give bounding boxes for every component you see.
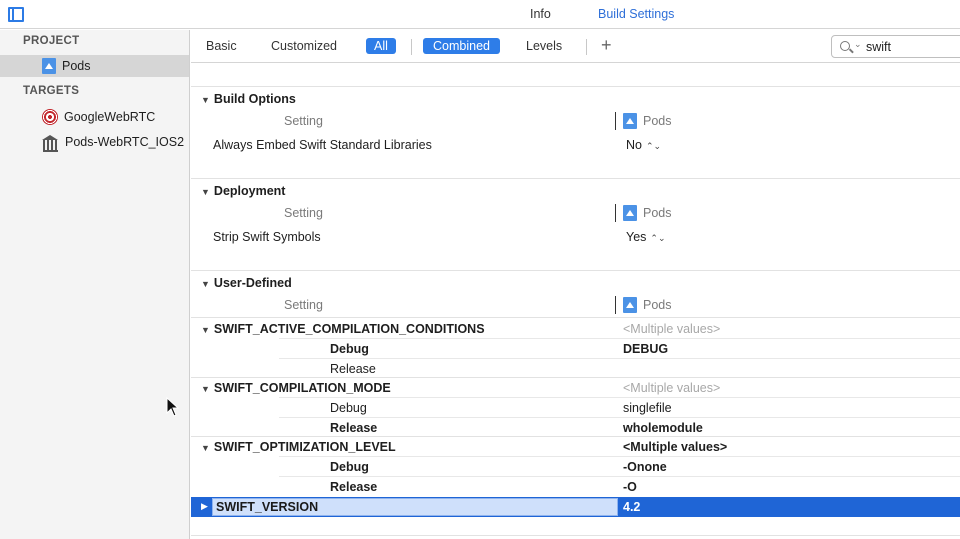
divider <box>191 377 960 378</box>
setting-value[interactable]: <Multiple values> <box>623 322 720 336</box>
filter-basic-button[interactable]: Basic <box>206 39 237 53</box>
divider <box>191 178 960 179</box>
tab-build-settings[interactable]: Build Settings <box>598 7 674 21</box>
sidebar-item-pods-webrtc[interactable]: Pods-WebRTC_IOS2 <box>42 132 184 152</box>
sidebar-item-label: Pods-WebRTC_IOS2 <box>65 135 185 149</box>
setting-name[interactable]: Always Embed Swift Standard Libraries <box>213 138 432 152</box>
target-icon <box>42 109 58 125</box>
user-setting-row[interactable]: ▼ SWIFT_OPTIMIZATION_LEVEL <box>201 440 396 454</box>
settings-filter-bar: Basic Customized All Combined Levels + ⌄ <box>191 30 960 63</box>
disclosure-triangle-icon[interactable]: ▼ <box>201 187 210 197</box>
divider <box>411 39 412 55</box>
setting-name-editor[interactable]: SWIFT_VERSION <box>212 498 618 516</box>
chevron-down-icon[interactable]: ⌄ <box>854 39 862 50</box>
section-build-options[interactable]: ▼ Build Options <box>201 92 296 106</box>
divider <box>191 317 960 318</box>
column-header-target: Pods <box>615 112 672 130</box>
setting-name: SWIFT_VERSION <box>216 500 319 514</box>
section-deployment[interactable]: ▼ Deployment <box>201 184 285 198</box>
project-file-icon <box>623 113 637 129</box>
user-setting-row[interactable]: ▼ SWIFT_COMPILATION_MODE <box>201 381 391 395</box>
divider <box>279 456 960 457</box>
divider <box>191 535 960 536</box>
sidebar-item-googlewebrtc[interactable]: GoogleWebRTC <box>42 107 155 127</box>
editor-tab-bar: Info Build Settings <box>0 0 960 29</box>
config-name: Debug <box>330 342 369 356</box>
search-icon <box>840 41 850 51</box>
setting-name[interactable]: Strip Swift Symbols <box>213 230 321 244</box>
disclosure-triangle-icon[interactable]: ▶ <box>201 501 208 512</box>
sidebar-item-label: GoogleWebRTC <box>64 110 156 124</box>
project-header: PROJECT <box>23 35 80 47</box>
config-name: Release <box>330 421 378 435</box>
project-file-icon <box>623 297 637 313</box>
divider <box>191 270 960 271</box>
sidebar-toggle-icon[interactable] <box>8 7 24 22</box>
filter-customized-button[interactable]: Customized <box>271 39 337 53</box>
user-setting-row[interactable]: ▼ SWIFT_ACTIVE_COMPILATION_CONDITIONS <box>201 322 485 336</box>
column-header-setting: Setting <box>284 298 323 312</box>
disclosure-triangle-icon[interactable]: ▼ <box>201 384 210 394</box>
search-field[interactable]: ⌄ <box>831 35 960 58</box>
selected-row-highlight <box>0 55 189 77</box>
setting-value[interactable]: <Multiple values> <box>623 381 720 395</box>
library-icon <box>42 134 59 152</box>
tab-info[interactable]: Info <box>530 7 551 21</box>
setting-value[interactable]: 4.2 <box>623 500 640 514</box>
filter-levels-button[interactable]: Levels <box>526 39 562 53</box>
setting-value[interactable]: <Multiple values> <box>623 440 727 454</box>
divider <box>586 39 587 55</box>
divider <box>191 86 960 87</box>
divider <box>279 397 960 398</box>
config-value[interactable]: DEBUG <box>623 342 668 356</box>
config-value[interactable]: -O <box>623 480 637 494</box>
section-user-defined[interactable]: ▼ User-Defined <box>201 276 292 290</box>
column-header-target: Pods <box>615 204 672 222</box>
disclosure-triangle-icon[interactable]: ▼ <box>201 325 210 335</box>
targets-header: TARGETS <box>23 85 80 97</box>
config-name: Release <box>330 480 378 494</box>
selected-setting-row[interactable]: ▶ SWIFT_VERSION 4.2 <box>191 497 960 517</box>
divider <box>279 338 960 339</box>
config-name: Debug <box>330 401 367 415</box>
config-name: Debug <box>330 460 369 474</box>
disclosure-triangle-icon[interactable]: ▼ <box>201 443 210 453</box>
config-value[interactable]: singlefile <box>623 401 672 415</box>
filter-all-button[interactable]: All <box>366 38 396 54</box>
project-file-icon <box>42 58 56 74</box>
column-header-setting: Setting <box>284 114 323 128</box>
divider <box>279 417 960 418</box>
config-name: Release <box>330 362 376 376</box>
column-header-setting: Setting <box>284 206 323 220</box>
sidebar-item-label: Pods <box>62 59 91 73</box>
setting-value-select[interactable]: Yes ⌃⌄ <box>626 230 666 244</box>
divider <box>279 476 960 477</box>
disclosure-triangle-icon[interactable]: ▼ <box>201 95 210 105</box>
disclosure-triangle-icon[interactable]: ▼ <box>201 279 210 289</box>
sidebar-item-pods[interactable]: Pods <box>42 56 91 76</box>
project-file-icon <box>623 205 637 221</box>
build-settings-table: ▼ Build Options Setting Pods Always Embed… <box>191 64 960 539</box>
divider <box>279 358 960 359</box>
divider <box>191 436 960 437</box>
config-value[interactable]: wholemodule <box>623 421 703 435</box>
search-input[interactable] <box>866 38 956 55</box>
filter-combined-button[interactable]: Combined <box>423 38 500 54</box>
setting-value-select[interactable]: No ⌃⌄ <box>626 138 661 152</box>
column-header-target: Pods <box>615 296 672 314</box>
add-setting-button[interactable]: + <box>601 35 612 56</box>
project-navigator: PROJECT Pods TARGETS GoogleWebRTC Pods-W… <box>0 30 190 539</box>
stepper-icon: ⌃⌄ <box>650 233 666 243</box>
config-value[interactable]: -Onone <box>623 460 667 474</box>
stepper-icon: ⌃⌄ <box>645 141 662 151</box>
